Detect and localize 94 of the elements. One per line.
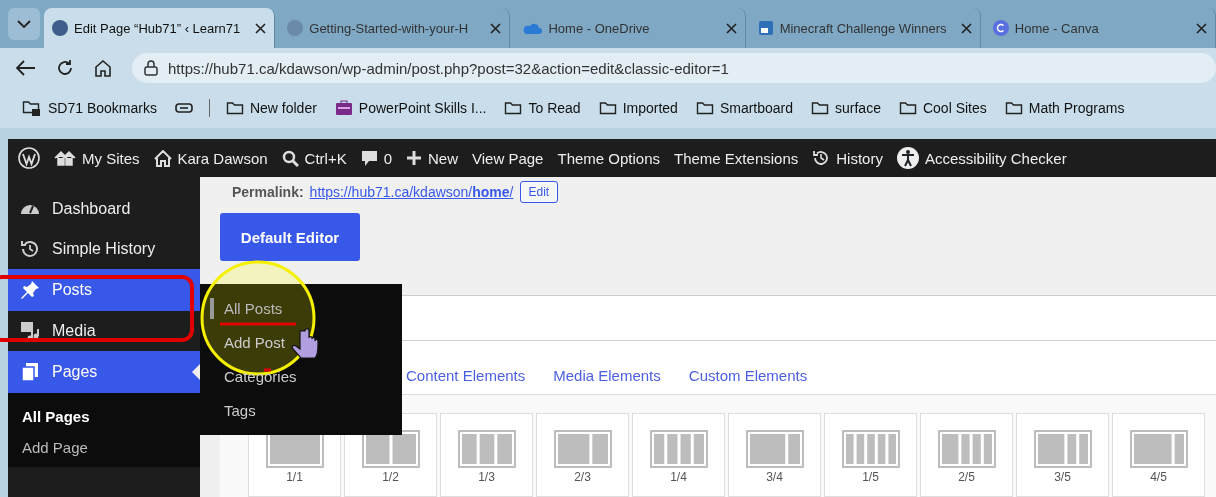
cloud-icon bbox=[522, 21, 543, 35]
close-icon[interactable] bbox=[490, 22, 502, 34]
folder-icon bbox=[504, 100, 523, 116]
column-layout-option[interactable]: 1/5 bbox=[824, 413, 917, 497]
close-icon[interactable] bbox=[1196, 22, 1207, 34]
column-layout-option[interactable]: 2/5 bbox=[920, 413, 1013, 497]
address-bar[interactable]: https://hub71.ca/kdawson/wp-admin/post.php?post=32&action=edit&classic-editor=1 bbox=[132, 53, 1216, 83]
flyout-item[interactable]: All Posts bbox=[210, 298, 283, 319]
element-tab[interactable]: Media Elements bbox=[553, 367, 661, 384]
permalink-label: Permalink: bbox=[232, 184, 304, 200]
sidebar-item[interactable]: Pages bbox=[8, 351, 200, 393]
element-tab[interactable]: Content Elements bbox=[406, 367, 526, 384]
back-arrow-icon[interactable] bbox=[16, 60, 36, 76]
accessibility-icon bbox=[896, 147, 919, 169]
flyout-item[interactable]: Categories bbox=[224, 368, 297, 385]
admin-bar-link[interactable]: Ctrl+K bbox=[281, 149, 347, 167]
column-layout-icon bbox=[937, 430, 996, 468]
bookmark[interactable]: Cool Sites bbox=[892, 97, 993, 119]
tab-list-button[interactable] bbox=[8, 8, 41, 40]
bookmark[interactable]: To Read bbox=[498, 97, 587, 119]
admin-bar-link[interactable]: My Sites bbox=[54, 149, 140, 167]
bookmark[interactable]: Imported bbox=[592, 97, 684, 119]
submenu-item[interactable]: Add Page bbox=[8, 438, 200, 457]
history-icon bbox=[20, 239, 40, 259]
c-letter-logo-icon bbox=[992, 20, 1009, 36]
close-icon[interactable] bbox=[255, 22, 267, 34]
admin-bar-link[interactable]: Accessibility Checker bbox=[896, 147, 1067, 169]
admin-bar-link[interactable]: History bbox=[812, 149, 883, 167]
column-layout-option[interactable]: 3/4 bbox=[728, 413, 821, 497]
folder-icon bbox=[1004, 100, 1023, 116]
folder-icon bbox=[225, 100, 244, 116]
submenu-item[interactable]: All Pages bbox=[8, 407, 200, 426]
bookmark[interactable]: Math Programs bbox=[998, 97, 1131, 119]
admin-bar-link[interactable]: View Page bbox=[472, 149, 544, 167]
bookmark[interactable]: SD71 Bookmarks bbox=[16, 96, 163, 120]
column-layout-icon bbox=[1033, 430, 1092, 468]
admin-bar-link[interactable]: New bbox=[406, 149, 458, 167]
flyout-item[interactable]: Add Post bbox=[224, 334, 285, 351]
comment-icon bbox=[360, 149, 378, 167]
reload-icon[interactable] bbox=[56, 59, 74, 77]
column-layout-icon bbox=[457, 430, 516, 468]
sidebar-item[interactable]: Media bbox=[8, 311, 200, 351]
chevron-down-icon bbox=[17, 19, 32, 29]
permalink-link[interactable]: https://hub71.ca/kdawson/home/ bbox=[309, 184, 514, 200]
element-tab[interactable]: Custom Elements bbox=[688, 367, 808, 384]
column-layout-icon bbox=[649, 430, 708, 468]
column-layout-icon bbox=[361, 430, 420, 468]
column-layout-icon bbox=[841, 430, 900, 468]
close-icon[interactable] bbox=[960, 22, 972, 34]
column-layout-option[interactable]: 1/4 bbox=[632, 413, 725, 497]
site-logo-icon bbox=[287, 20, 304, 36]
folder-icon bbox=[811, 100, 830, 116]
folder-icon bbox=[898, 100, 917, 116]
column-layout-option[interactable]: 2/3 bbox=[536, 413, 629, 497]
admin-bar-link[interactable]: Theme Options bbox=[557, 149, 660, 167]
admin-bar-link[interactable]: 0 bbox=[360, 149, 392, 167]
column-layout-option[interactable]: 4/5 bbox=[1112, 413, 1205, 497]
admin-bar-link[interactable]: Theme Extensions bbox=[674, 149, 799, 167]
column-layout-option[interactable]: 3/5 bbox=[1016, 413, 1109, 497]
site-logo-icon bbox=[52, 20, 69, 36]
history-icon bbox=[812, 149, 831, 167]
pushpin-icon bbox=[20, 280, 40, 300]
bookmark[interactable]: surface bbox=[805, 97, 887, 119]
column-layout-icon bbox=[1129, 430, 1188, 468]
hand-cursor-icon bbox=[291, 328, 319, 359]
search-icon bbox=[281, 149, 299, 167]
sidebar-item[interactable]: Simple History bbox=[8, 229, 200, 269]
houses-icon bbox=[54, 149, 76, 167]
plus-icon bbox=[406, 150, 422, 166]
pages-icon bbox=[20, 362, 40, 382]
bookmark[interactable]: PowerPoint Skills I... bbox=[328, 97, 493, 119]
sidebar-item[interactable]: Dashboard bbox=[8, 189, 200, 229]
column-layout-icon bbox=[745, 430, 804, 468]
folder-icon bbox=[598, 100, 617, 116]
briefcase-icon bbox=[334, 100, 353, 116]
default-editor-button[interactable]: Default Editor bbox=[220, 213, 360, 261]
home-icon[interactable] bbox=[94, 59, 112, 77]
dash-mark bbox=[264, 368, 271, 372]
edit-permalink-button[interactable]: Edit bbox=[519, 181, 559, 203]
column-layout-option[interactable]: 1/3 bbox=[440, 413, 533, 497]
browser-tab[interactable]: Edit Page “Hub71” ‹ Learn71 bbox=[44, 8, 276, 48]
locked-folder-icon bbox=[22, 99, 42, 117]
admin-bar-link[interactable]: Kara Dawson bbox=[153, 149, 268, 167]
house-icon bbox=[153, 149, 172, 167]
lock-icon bbox=[144, 60, 158, 76]
media-icon bbox=[20, 321, 40, 341]
bookmark[interactable]: New folder bbox=[219, 97, 323, 119]
close-icon[interactable] bbox=[725, 22, 737, 34]
folder-icon bbox=[695, 100, 714, 116]
column-layout-icon bbox=[553, 430, 612, 468]
app-icon bbox=[757, 20, 774, 36]
tablet-icon bbox=[174, 102, 193, 114]
bookmark[interactable]: Smartboard bbox=[689, 97, 800, 119]
wordpress-logo-icon[interactable] bbox=[18, 147, 40, 169]
